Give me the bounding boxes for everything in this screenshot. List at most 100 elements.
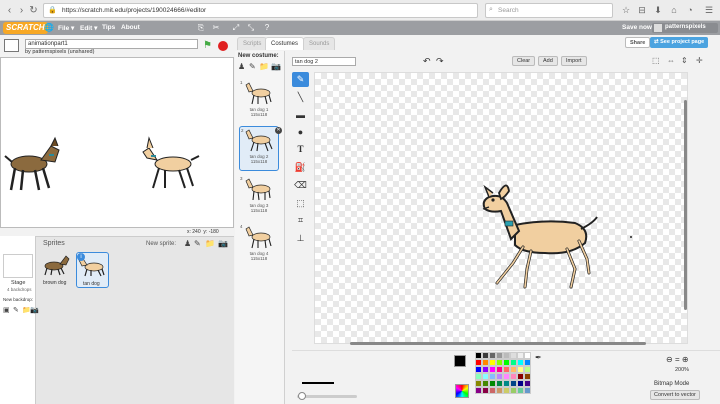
palette-swatch[interactable] xyxy=(517,380,524,387)
convert-to-vector-button[interactable]: Convert to vector xyxy=(650,390,700,400)
paint-backdrop-icon[interactable]: ✎ xyxy=(13,306,19,314)
brush-icon[interactable]: ✎ xyxy=(292,72,309,87)
stop-icon[interactable] xyxy=(218,41,228,51)
flip-horizontal-icon[interactable]: ⇔ xyxy=(667,56,675,65)
browser-search-input[interactable]: ⌕ Search xyxy=(485,3,613,18)
rectangle-icon[interactable]: ▬ xyxy=(292,108,309,123)
add-button[interactable]: Add xyxy=(538,56,558,66)
address-bar[interactable]: 🔒 https://scratch.mit.edu/projects/19002… xyxy=(43,3,478,18)
palette-swatch[interactable] xyxy=(496,366,503,373)
palette-swatch[interactable] xyxy=(475,380,482,387)
zoom-out-icon[interactable]: ⊖ xyxy=(666,355,673,364)
clear-button[interactable]: Clear xyxy=(512,56,536,66)
palette-swatch[interactable] xyxy=(489,352,496,359)
palette-swatch[interactable] xyxy=(524,352,531,359)
delete-costume-icon[interactable]: ✕ xyxy=(275,127,282,134)
shrink-icon[interactable]: ⤡ xyxy=(246,23,256,33)
eraser-icon[interactable]: ⌫ xyxy=(292,178,309,193)
select-icon[interactable]: ⬚ xyxy=(292,196,309,211)
home-icon[interactable]: ⌂ xyxy=(668,4,680,16)
tab-scripts[interactable]: Scripts xyxy=(237,37,268,50)
eyedropper-icon[interactable]: ✒ xyxy=(535,353,542,362)
crosshair-icon[interactable]: ✛ xyxy=(696,56,703,65)
brush-size-knob[interactable] xyxy=(298,392,306,400)
costume-item[interactable]: tan dog 4 115x118 xyxy=(239,224,279,269)
primary-color-swatch[interactable] xyxy=(454,355,466,367)
undo-icon[interactable]: ↶ xyxy=(423,56,431,67)
palette-swatch[interactable] xyxy=(496,352,503,359)
palette-swatch[interactable] xyxy=(489,366,496,373)
tips-menu[interactable]: Tips xyxy=(102,24,115,31)
save-now-button[interactable]: Save now xyxy=(622,24,652,31)
vertical-scrollbar[interactable] xyxy=(684,100,687,310)
palette-swatch[interactable] xyxy=(475,373,482,380)
zoom-in-icon[interactable]: ⊕ xyxy=(682,355,689,364)
camera-backdrop-icon[interactable]: 📷 xyxy=(30,306,39,314)
green-flag-icon[interactable]: ⚑ xyxy=(203,40,212,51)
palette-swatch[interactable] xyxy=(496,387,503,394)
text-icon[interactable]: T xyxy=(292,142,309,157)
upload-sprite-icon[interactable]: 📁 xyxy=(205,239,215,248)
palette-swatch[interactable] xyxy=(475,352,482,359)
palette-swatch[interactable] xyxy=(482,352,489,359)
menu-icon[interactable]: ☰ xyxy=(703,4,715,16)
palette-swatch[interactable] xyxy=(524,373,531,380)
see-project-page-button[interactable]: ⇄ See project page xyxy=(650,37,709,48)
help-icon[interactable]: ? xyxy=(262,23,272,32)
camera-costume-icon[interactable]: 📷 xyxy=(271,62,281,71)
palette-swatch[interactable] xyxy=(496,380,503,387)
palette-swatch[interactable] xyxy=(517,352,524,359)
back-icon[interactable]: ‹ xyxy=(4,5,15,16)
palette-swatch[interactable] xyxy=(517,387,524,394)
costume-name-input[interactable]: tan dog 2 xyxy=(292,57,356,66)
library-icon[interactable]: ⊟ xyxy=(636,4,648,16)
palette-swatch[interactable] xyxy=(503,366,510,373)
horizontal-scrollbar[interactable] xyxy=(350,342,646,345)
palette-swatch[interactable] xyxy=(503,387,510,394)
duplicate-icon[interactable]: ⎘ xyxy=(196,23,206,33)
stage-canvas[interactable] xyxy=(0,57,234,228)
palette-swatch[interactable] xyxy=(482,387,489,394)
line-icon[interactable]: ╲ xyxy=(292,90,309,105)
stamp-icon[interactable]: ⊥ xyxy=(292,231,309,246)
stage-thumbnail[interactable] xyxy=(3,254,33,278)
costume-library-icon[interactable]: ♟ xyxy=(238,62,245,71)
fill-icon[interactable]: ⛽ xyxy=(292,160,309,175)
select-remove-bg-icon[interactable]: ⌗ xyxy=(292,213,309,228)
costume-item[interactable]: tan dog 1 115x118 xyxy=(239,80,279,125)
import-button[interactable]: Import xyxy=(561,56,587,66)
brush-size-slider[interactable] xyxy=(297,395,357,398)
palette-swatch[interactable] xyxy=(510,373,517,380)
palette-swatch[interactable] xyxy=(503,359,510,366)
palette-swatch[interactable] xyxy=(524,380,531,387)
palette-swatch[interactable] xyxy=(482,366,489,373)
costume-item-selected[interactable]: tan dog 2 115x118 xyxy=(239,126,279,171)
user-menu[interactable]: patternspixels xyxy=(652,23,718,33)
reader-icon[interactable]: ☆ xyxy=(620,4,632,16)
project-title-input[interactable]: animationpart1 xyxy=(25,39,198,49)
delete-icon[interactable]: ✂ xyxy=(211,23,221,32)
set-center-icon[interactable]: ⬚ xyxy=(652,56,660,65)
palette-swatch[interactable] xyxy=(489,373,496,380)
zoom-reset-icon[interactable]: = xyxy=(675,355,680,364)
tab-sounds[interactable]: Sounds xyxy=(303,37,336,50)
info-icon[interactable]: i xyxy=(77,253,85,261)
upload-costume-icon[interactable]: 📁 xyxy=(259,62,269,71)
palette-swatch[interactable] xyxy=(475,387,482,394)
palette-swatch[interactable] xyxy=(503,373,510,380)
globe-icon[interactable]: 🌐 xyxy=(44,23,54,32)
color-palette[interactable] xyxy=(475,352,531,402)
palette-swatch[interactable] xyxy=(510,359,517,366)
file-menu[interactable]: File ▾ xyxy=(58,24,74,32)
palette-swatch[interactable] xyxy=(489,359,496,366)
flip-vertical-icon[interactable]: ⇕ xyxy=(681,56,688,65)
palette-swatch[interactable] xyxy=(510,352,517,359)
share-button[interactable]: Share xyxy=(625,37,651,48)
paint-canvas[interactable] xyxy=(314,72,688,344)
palette-swatch[interactable] xyxy=(524,359,531,366)
palette-swatch[interactable] xyxy=(524,366,531,373)
palette-swatch[interactable] xyxy=(524,387,531,394)
palette-swatch[interactable] xyxy=(475,366,482,373)
palette-swatch[interactable] xyxy=(482,359,489,366)
palette-swatch[interactable] xyxy=(482,373,489,380)
